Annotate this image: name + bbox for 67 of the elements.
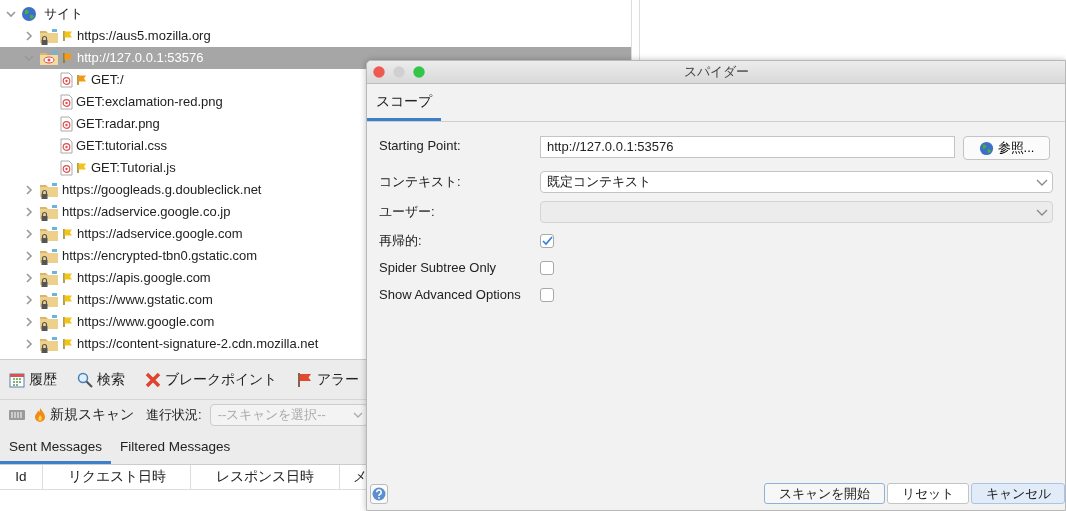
dropdown-caret-icon [1036,207,1048,217]
tree-row[interactable]: https://www.google.com [0,311,631,333]
toolbar-tab[interactable]: ブレークポイント [145,369,277,390]
progress-label: 進行状況: [146,406,202,425]
column-header[interactable]: レスポンス日時 [191,465,340,489]
new-scan-button[interactable]: 新規スキャン [34,404,134,426]
dialog-button[interactable]: リセット [887,483,969,504]
tree-item-label[interactable]: サイト [44,4,83,24]
tree-item-label: https://www.gstatic.com [77,291,213,310]
flame-icon [34,407,46,423]
tree-item-label: GET:Tutorial.js [91,159,176,178]
field-label: 再帰的: [379,231,423,250]
dropdown-caret-icon [352,411,363,419]
file-icon [60,138,73,154]
help-icon [372,486,386,501]
message-tab[interactable]: Filtered Messages [111,433,240,464]
file-icon [60,116,73,132]
column-header[interactable]: Id [0,465,43,489]
window-title: スパイダー [683,63,749,82]
file-icon [60,94,73,110]
field-label: Spider Subtree Only [379,258,498,277]
toolbar-tab[interactable]: アラー [297,369,359,390]
checkbox[interactable] [540,287,554,302]
field-label: ユーザー: [379,203,436,222]
dialog-button[interactable]: キャンセル [971,483,1065,504]
file-icon [60,72,73,88]
tree-row[interactable]: https://content-signature-2.cdn.mozilla.net [0,333,631,355]
tree-item-label: https://googleads.g.doubleclick.net [62,181,262,200]
field-label: Starting Point: [379,137,462,155]
tree-item-label: https://adservice.google.com [77,225,243,244]
column-header[interactable]: リクエスト日時 [43,465,191,489]
checkbox[interactable] [540,260,554,275]
maximize-icon[interactable] [413,66,425,78]
dropdown-caret-icon [1036,177,1048,187]
tree-item-label: https://encrypted-tbn0.gstatic.com [62,247,258,266]
help-button[interactable] [370,483,388,504]
url-field[interactable]: http://127.0.0.1:53576 [540,136,955,158]
globe-icon [978,140,994,156]
tree-item-label: http://127.0.0.1:53576 [77,49,204,68]
browse-button[interactable]: 参照... [963,136,1050,160]
checkbox[interactable] [540,233,554,248]
tree-item-label: https://www.google.com [77,313,215,332]
panel-icon[interactable] [8,408,26,422]
cross-icon [145,371,161,388]
dialog-tab[interactable]: スコープ [367,91,441,121]
select-field[interactable]: 既定コンテキスト [540,171,1053,193]
tree-item-label: GET:radar.png [76,115,160,134]
tree-item-label: GET:exclamation-red.png [76,93,223,112]
tree-item-label: https://content-signature-2.cdn.mozilla.net [77,335,319,354]
dialog-button[interactable]: スキャンを開始 [764,483,885,504]
tree-item-label: https://aus5.mozilla.org [77,27,211,46]
file-icon [60,160,73,176]
flag-icon [297,371,313,388]
tree-item-label: GET:/ [91,71,124,90]
tree-row[interactable]: GET:/ [0,69,631,91]
tree-item-label: GET:tutorial.css [76,137,168,156]
search-icon [77,371,93,388]
tree-item-label: https://apis.google.com [77,269,211,288]
tree-item-label: https://adservice.google.co.jp [62,203,231,222]
toolbar-tab[interactable]: 履歴 [9,369,57,390]
toolbar-tab[interactable]: 検索 [77,369,125,390]
calendar-icon [9,371,25,388]
tree-row[interactable]: https://aus5.mozilla.org [0,25,631,47]
field-label: コンテキスト: [379,173,462,192]
close-icon[interactable] [373,66,385,78]
globe-icon [21,6,37,22]
field-label: Show Advanced Options [379,285,522,304]
